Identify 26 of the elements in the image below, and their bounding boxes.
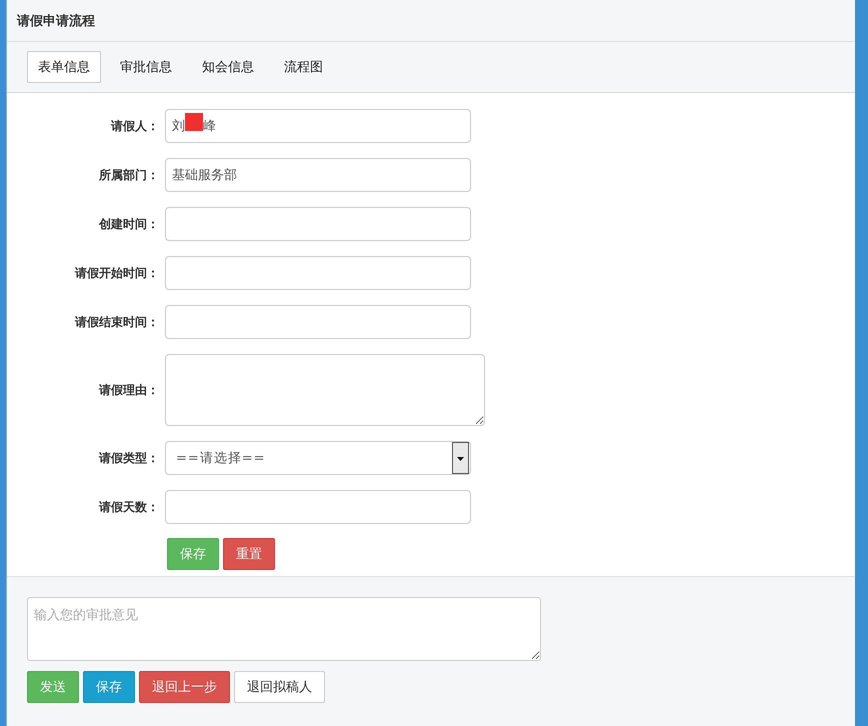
field-label: 创建时间：	[98, 216, 160, 232]
field-label: 所属部门：	[98, 166, 160, 184]
action-button[interactable]: 退回上一步	[139, 671, 230, 703]
tab[interactable]: 审批信息	[109, 51, 183, 83]
form-button[interactable]: 重置	[223, 538, 275, 570]
input-field[interactable]	[165, 490, 471, 524]
input-field[interactable]	[165, 256, 471, 290]
select-field[interactable]: ==请选择==	[165, 441, 471, 475]
window-title: 请假申请流程	[17, 12, 95, 30]
field-label: 请假类型：	[98, 450, 160, 466]
input-field[interactable]	[165, 207, 471, 241]
action-button[interactable]: 退回拟稿人	[234, 671, 325, 703]
comment-field[interactable]: 输入您的审批意见	[27, 597, 541, 661]
text-area[interactable]	[165, 354, 485, 426]
tab[interactable]: 表单信息	[27, 51, 101, 83]
redaction-mark	[185, 113, 203, 131]
input-field[interactable]	[165, 305, 471, 339]
input-field[interactable]: 基础服务部	[165, 158, 471, 192]
tab[interactable]: 知会信息	[191, 51, 265, 83]
field-label: 请假天数：	[98, 498, 160, 516]
field-label: 请假理由：	[98, 382, 160, 398]
field-label: 请假开始时间：	[74, 264, 160, 282]
field-label: 请假结束时间：	[74, 314, 160, 330]
input-field[interactable]: 刘 峰	[165, 109, 471, 143]
field-label: 请假人：	[110, 118, 160, 134]
tab[interactable]: 流程图	[273, 51, 334, 83]
